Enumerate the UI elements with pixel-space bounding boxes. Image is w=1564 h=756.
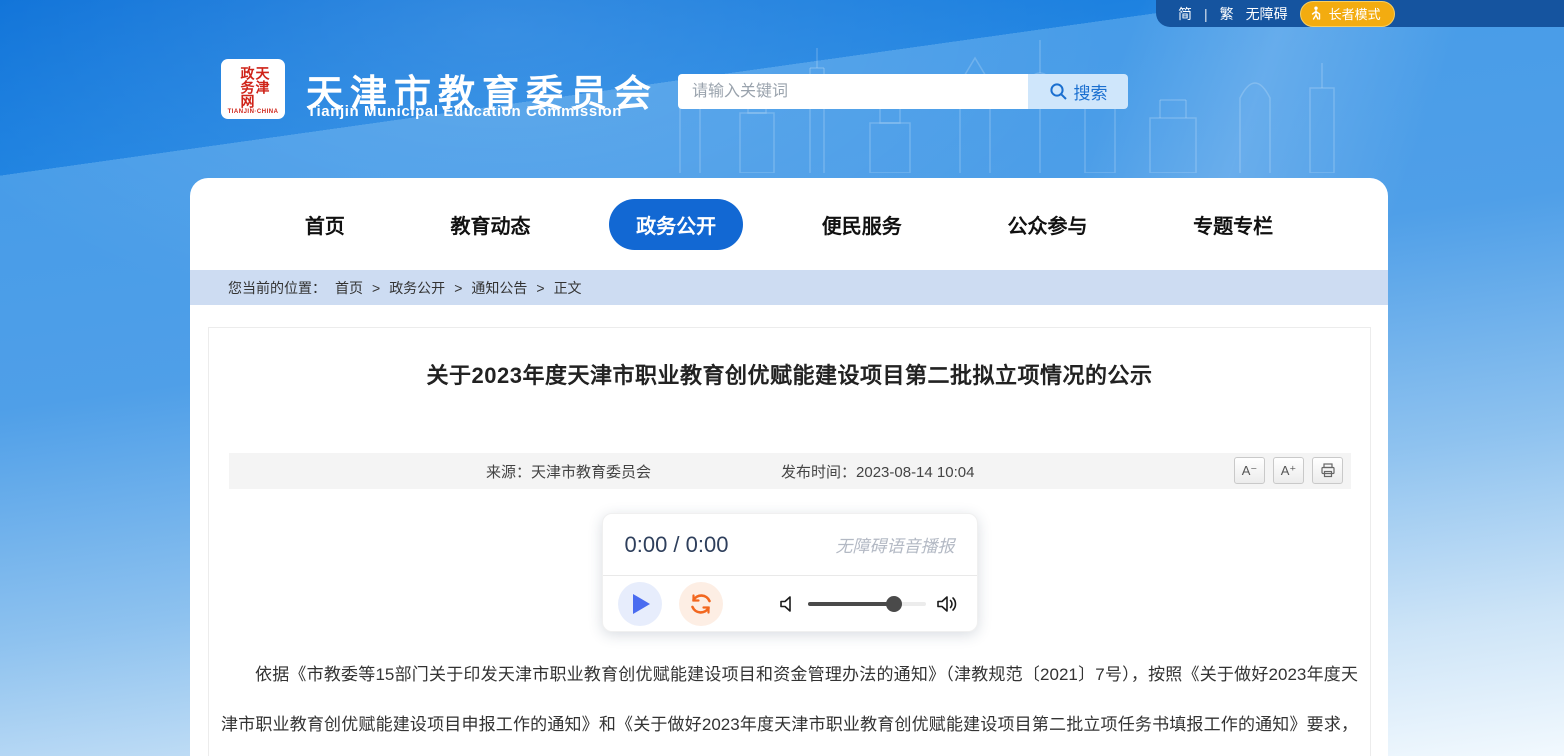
nav-item-public-services[interactable]: 便民服务 bbox=[795, 199, 929, 250]
replay-button[interactable] bbox=[679, 582, 723, 626]
main-nav: 首页 教育动态 政务公开 便民服务 公众参与 专题专栏 bbox=[190, 178, 1388, 270]
date-value: 2023-08-14 10:04 bbox=[856, 464, 974, 481]
search-button-label: 搜索 bbox=[1074, 79, 1108, 104]
elder-mode-label: 长者模式 bbox=[1329, 4, 1381, 23]
volume-icon[interactable] bbox=[936, 594, 958, 614]
article-meta-bar: 来源：天津市教育委员会 发布时间：2023-08-14 10:04 A⁻ A⁺ bbox=[229, 453, 1351, 489]
nav-item-education-news[interactable]: 教育动态 bbox=[423, 199, 557, 250]
article-tools: A⁻ A⁺ bbox=[1234, 457, 1343, 484]
nav-item-gov-disclosure[interactable]: 政务公开 bbox=[609, 199, 743, 250]
player-controls-row bbox=[603, 576, 977, 631]
volume-group bbox=[778, 594, 962, 614]
nav-item-special-topics[interactable]: 专题专栏 bbox=[1166, 199, 1300, 250]
breadcrumb-home[interactable]: 首页 bbox=[335, 278, 363, 298]
play-icon bbox=[633, 594, 650, 614]
site-subtitle: Tianjin Municipal Education Commission bbox=[307, 103, 622, 120]
main-content: 关于2023年度天津市职业教育创优赋能建设项目第二批拟立项情况的公示 来源：天津… bbox=[190, 305, 1388, 756]
article-card: 关于2023年度天津市职业教育创优赋能建设项目第二批拟立项情况的公示 来源：天津… bbox=[208, 327, 1371, 756]
printer-icon bbox=[1320, 463, 1336, 478]
breadcrumb-separator: > bbox=[372, 280, 380, 296]
breadcrumb-separator: > bbox=[454, 280, 462, 296]
volume-knob[interactable] bbox=[886, 596, 902, 612]
breadcrumb-separator: > bbox=[536, 280, 544, 296]
volume-fill bbox=[808, 602, 894, 606]
lang-traditional[interactable]: 繁 bbox=[1220, 4, 1234, 24]
article-body: 依据《市教委等15部门关于印发天津市职业教育创优赋能建设项目和资金管理办法的通知… bbox=[221, 650, 1358, 756]
player-caption: 无障碍语音播报 bbox=[836, 532, 955, 557]
font-decrease-button[interactable]: A⁻ bbox=[1234, 457, 1265, 484]
breadcrumb: 您当前的位置： 首页 > 政务公开 > 通知公告 > 正文 bbox=[190, 270, 1388, 305]
source-value: 天津市教育委员会 bbox=[531, 464, 651, 481]
breadcrumb-prefix: 您当前的位置： bbox=[228, 278, 326, 298]
breadcrumb-current: 正文 bbox=[554, 278, 582, 298]
accessibility-link[interactable]: 无障碍 bbox=[1246, 4, 1288, 24]
breadcrumb-gov-disclosure[interactable]: 政务公开 bbox=[389, 278, 445, 298]
seal-characters: 天津 政务网 bbox=[239, 66, 268, 108]
play-button[interactable] bbox=[618, 582, 662, 626]
nav-item-home[interactable]: 首页 bbox=[278, 199, 372, 250]
font-increase-button[interactable]: A⁺ bbox=[1273, 457, 1304, 484]
mute-icon[interactable] bbox=[778, 594, 798, 614]
search-button[interactable]: 搜索 bbox=[1028, 74, 1128, 109]
lang-simplified[interactable]: 简 bbox=[1178, 4, 1192, 24]
article-title: 关于2023年度天津市职业教育创优赋能建设项目第二批拟立项情况的公示 bbox=[209, 358, 1370, 390]
utility-bar: 简 | 繁 无障碍 长者模式 bbox=[1156, 0, 1564, 27]
elder-person-icon bbox=[1310, 6, 1323, 20]
site-logo[interactable]: 天津 政务网 TIANJIN·CHINA bbox=[221, 59, 285, 119]
player-info-row: 0:00 / 0:00 无障碍语音播报 bbox=[603, 514, 977, 576]
page: 简 | 繁 无障碍 长者模式 天津 政务网 TIANJIN·CHINA 天津市教… bbox=[0, 0, 1564, 756]
search-input[interactable] bbox=[678, 74, 1028, 109]
date-label: 发布时间： bbox=[781, 464, 856, 481]
source-label: 来源： bbox=[486, 464, 531, 481]
print-button[interactable] bbox=[1312, 457, 1343, 484]
player-time: 0:00 / 0:00 bbox=[625, 532, 729, 558]
nav-item-public-participation[interactable]: 公众参与 bbox=[980, 199, 1114, 250]
lang-divider: | bbox=[1204, 6, 1208, 22]
elder-mode-button[interactable]: 长者模式 bbox=[1300, 1, 1395, 27]
breadcrumb-notices[interactable]: 通知公告 bbox=[471, 278, 527, 298]
replay-icon bbox=[688, 591, 714, 617]
volume-slider[interactable] bbox=[808, 596, 926, 612]
search-bar: 搜索 bbox=[678, 74, 1128, 109]
logo-caption: TIANJIN·CHINA bbox=[228, 109, 279, 115]
search-icon bbox=[1049, 82, 1068, 101]
article-publish-time: 发布时间：2023-08-14 10:04 bbox=[781, 461, 974, 482]
article-source: 来源：天津市教育委员会 bbox=[486, 461, 651, 482]
accessibility-audio-player: 0:00 / 0:00 无障碍语音播报 bbox=[602, 513, 978, 632]
